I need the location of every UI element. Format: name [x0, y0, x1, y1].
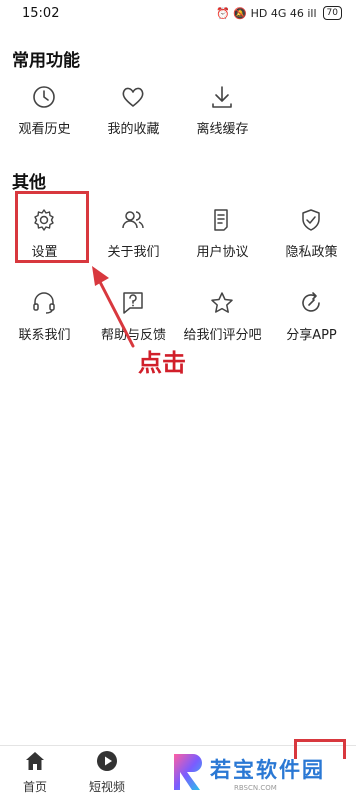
item-label: 关于我们	[107, 245, 160, 260]
item-label: 给我们评分吧	[183, 328, 262, 343]
watermark-logo-icon	[174, 754, 202, 790]
nav-short-video[interactable]: 短视频	[77, 750, 137, 795]
item-label: 用户协议	[196, 245, 249, 260]
status-bar: 15:02 ⏰ 🔕 HD 4G 46 ill 70	[0, 0, 356, 30]
item-user-agreement[interactable]: 用户协议	[178, 207, 267, 287]
item-label: 观看历史	[18, 122, 71, 137]
home-icon	[26, 752, 44, 770]
annotation-text: 点击	[138, 349, 186, 377]
nav-label: 短视频	[88, 780, 125, 794]
download-icon	[212, 86, 232, 108]
item-label: 分享APP	[286, 328, 337, 343]
clock-icon	[33, 86, 55, 108]
item-rate-us[interactable]: 给我们评分吧	[178, 290, 267, 370]
watermark: 若宝软件园 RBSCN.COM	[172, 748, 352, 796]
document-icon	[214, 209, 228, 231]
nav-label: 首页	[22, 780, 47, 794]
shield-icon	[302, 209, 320, 231]
status-icons: ⏰ 🔕 HD 4G 46 ill 70	[216, 6, 342, 20]
item-contact-us[interactable]: 联系我们	[0, 290, 89, 370]
heart-icon	[122, 87, 144, 107]
item-privacy-policy[interactable]: 隐私政策	[267, 207, 356, 287]
item-label: 离线缓存	[196, 122, 249, 137]
section-title-other: 其他	[12, 173, 46, 193]
item-label: 我的收藏	[107, 122, 160, 137]
highlight-box	[15, 191, 89, 263]
watermark-subtext: RBSCN.COM	[234, 784, 277, 792]
battery-icon: 70	[322, 6, 342, 20]
share-icon	[302, 292, 320, 312]
annotation-arrow	[92, 266, 135, 348]
play-icon	[97, 751, 117, 771]
status-time: 15:02	[22, 6, 60, 21]
item-offline-cache[interactable]: 离线缓存	[178, 84, 267, 164]
item-label: 联系我们	[18, 328, 71, 343]
item-watch-history[interactable]: 观看历史	[0, 84, 89, 164]
nav-home[interactable]: 首页	[5, 750, 65, 795]
headset-icon	[33, 292, 55, 314]
users-icon	[122, 211, 144, 229]
item-label: 隐私政策	[285, 245, 338, 260]
watermark-text: 若宝软件园	[210, 758, 325, 782]
star-icon	[211, 292, 233, 313]
status-indicator-icons: ⏰ 🔕 HD 4G 46 ill	[216, 6, 317, 20]
item-favorites[interactable]: 我的收藏	[89, 84, 178, 164]
section-title-common: 常用功能	[12, 51, 80, 71]
item-share-app[interactable]: 分享APP	[267, 290, 356, 370]
